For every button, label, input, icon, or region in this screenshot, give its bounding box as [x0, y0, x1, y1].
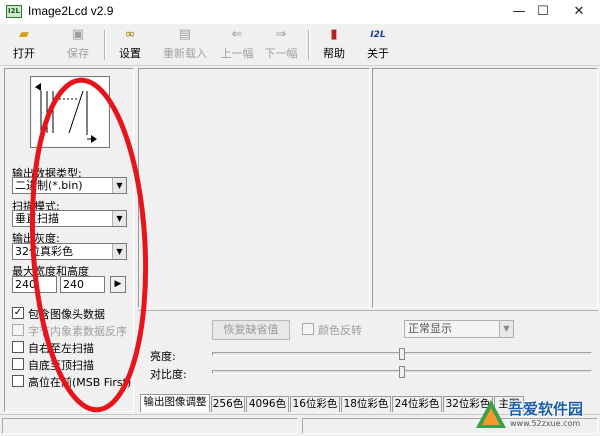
next-image-icon: ⇒ [275, 27, 287, 42]
settings-button-label: 设置 [119, 47, 141, 60]
watermark-url: www.52zxue.com [510, 419, 581, 428]
apply-size-button[interactable]: ▶ [110, 276, 126, 293]
watermark: 吾爱软件园 www.52zxue.com [472, 396, 600, 436]
scan-mode-diagram [30, 76, 110, 148]
help-book-icon: ▮ [330, 27, 338, 42]
output-image-panel[interactable] [372, 68, 598, 308]
open-folder-icon: ▰ [19, 27, 29, 42]
help-button-label: 帮助 [323, 47, 345, 60]
tab-16bit[interactable]: 16位彩色 [290, 396, 340, 412]
invert-color-label: 颜色反转 [318, 324, 362, 337]
close-button[interactable]: ✕ [556, 0, 600, 24]
about-logo-icon: I2L [370, 30, 386, 40]
save-button-label: 保存 [67, 47, 89, 60]
scan-right-to-left-checkbox[interactable] [12, 341, 24, 353]
include-header-checkbox[interactable]: ✓ [12, 307, 24, 319]
output-type-value: 二进制(*.bin) [15, 179, 83, 192]
tab-256[interactable]: 256色 [211, 396, 245, 412]
toolbar-separator [308, 30, 310, 60]
reverse-byte-pixels-label: 字节内象素数据反序 [28, 325, 127, 338]
include-header-label: 包含图像头数据 [28, 308, 105, 321]
status-cell-left [2, 418, 298, 434]
output-type-select[interactable]: 二进制(*.bin) ▼ [12, 177, 127, 194]
next-image-button[interactable]: ⇒ 下一幅 [262, 27, 300, 63]
watermark-logo-icon [476, 400, 506, 428]
restore-defaults-button[interactable]: 恢复缺省值 [212, 320, 290, 340]
max-height-input[interactable]: 240 [60, 276, 105, 293]
settings-button[interactable]: ∞ 设置 [114, 27, 146, 63]
tab-24bit[interactable]: 24位彩色 [392, 396, 442, 412]
watermark-brand: 吾爱软件园 [508, 400, 584, 418]
scan-mode-value: 垂直扫描 [15, 212, 59, 225]
reload-button-label: 重新载入 [163, 47, 207, 60]
scan-bottom-to-top-checkbox[interactable] [12, 358, 24, 370]
save-disk-icon: ▣ [71, 27, 85, 42]
open-button-label: 打开 [13, 47, 35, 60]
prev-image-label: 上一幅 [220, 47, 254, 60]
scan-bottom-to-top-label: 自底至顶扫描 [28, 359, 94, 372]
prev-image-icon: ⇐ [231, 27, 243, 42]
contrast-label: 对比度: [150, 368, 187, 381]
toolbar: ▰ 打开 ▣ 保存 ∞ 设置 ▤ 重新载入 ⇐ 上一幅 ⇒ 下一幅 ▮ 帮助 I… [0, 24, 600, 66]
brightness-label: 亮度: [150, 350, 176, 363]
reload-button[interactable]: ▤ 重新载入 [160, 27, 210, 63]
gray-level-select[interactable]: 32位真彩色 ▼ [12, 243, 127, 260]
scan-mode-select[interactable]: 垂直扫描 ▼ [12, 210, 127, 227]
save-button[interactable]: ▣ 保存 [62, 27, 94, 63]
contrast-slider-thumb[interactable] [399, 366, 405, 378]
scan-right-to-left-label: 自右至左扫描 [28, 342, 94, 355]
invert-color-checkbox[interactable] [302, 323, 314, 335]
about-button-label: 关于 [367, 47, 389, 60]
chevron-down-icon: ▼ [112, 211, 126, 226]
open-button[interactable]: ▰ 打开 [8, 27, 40, 63]
next-image-label: 下一幅 [264, 47, 298, 60]
display-mode-value: 正常显示 [408, 322, 452, 335]
tab-4096[interactable]: 4096色 [246, 396, 289, 412]
title-bar: I2L Image2Lcd v2.9 — ☐ ✕ [0, 0, 600, 24]
chevron-down-icon: ▼ [112, 178, 126, 193]
display-mode-select[interactable]: 正常显示 ▼ [404, 320, 514, 338]
tab-adjust[interactable]: 输出图像调整 [140, 394, 210, 412]
about-button[interactable]: I2L 关于 [362, 27, 394, 63]
gray-level-value: 32位真彩色 [15, 245, 73, 258]
source-image-panel[interactable] [138, 68, 370, 308]
chevron-down-icon: ▼ [112, 244, 126, 259]
msb-first-checkbox[interactable] [12, 375, 24, 387]
glasses-icon: ∞ [124, 27, 136, 42]
tab-18bit[interactable]: 18位彩色 [341, 396, 391, 412]
window-title: Image2Lcd v2.9 [28, 4, 114, 18]
scan-direction-icon [32, 78, 108, 146]
msb-first-label: 高位在前(MSB First) [28, 376, 132, 389]
prev-image-button[interactable]: ⇐ 上一幅 [218, 27, 256, 63]
reload-icon: ▤ [178, 27, 192, 42]
reverse-byte-pixels-checkbox[interactable] [12, 324, 24, 336]
app-icon: I2L [6, 5, 22, 18]
help-button[interactable]: ▮ 帮助 [318, 27, 350, 63]
toolbar-separator [104, 30, 106, 60]
chevron-down-icon: ▼ [499, 321, 513, 337]
max-width-input[interactable]: 240 [12, 276, 57, 293]
brightness-slider-thumb[interactable] [399, 348, 405, 360]
